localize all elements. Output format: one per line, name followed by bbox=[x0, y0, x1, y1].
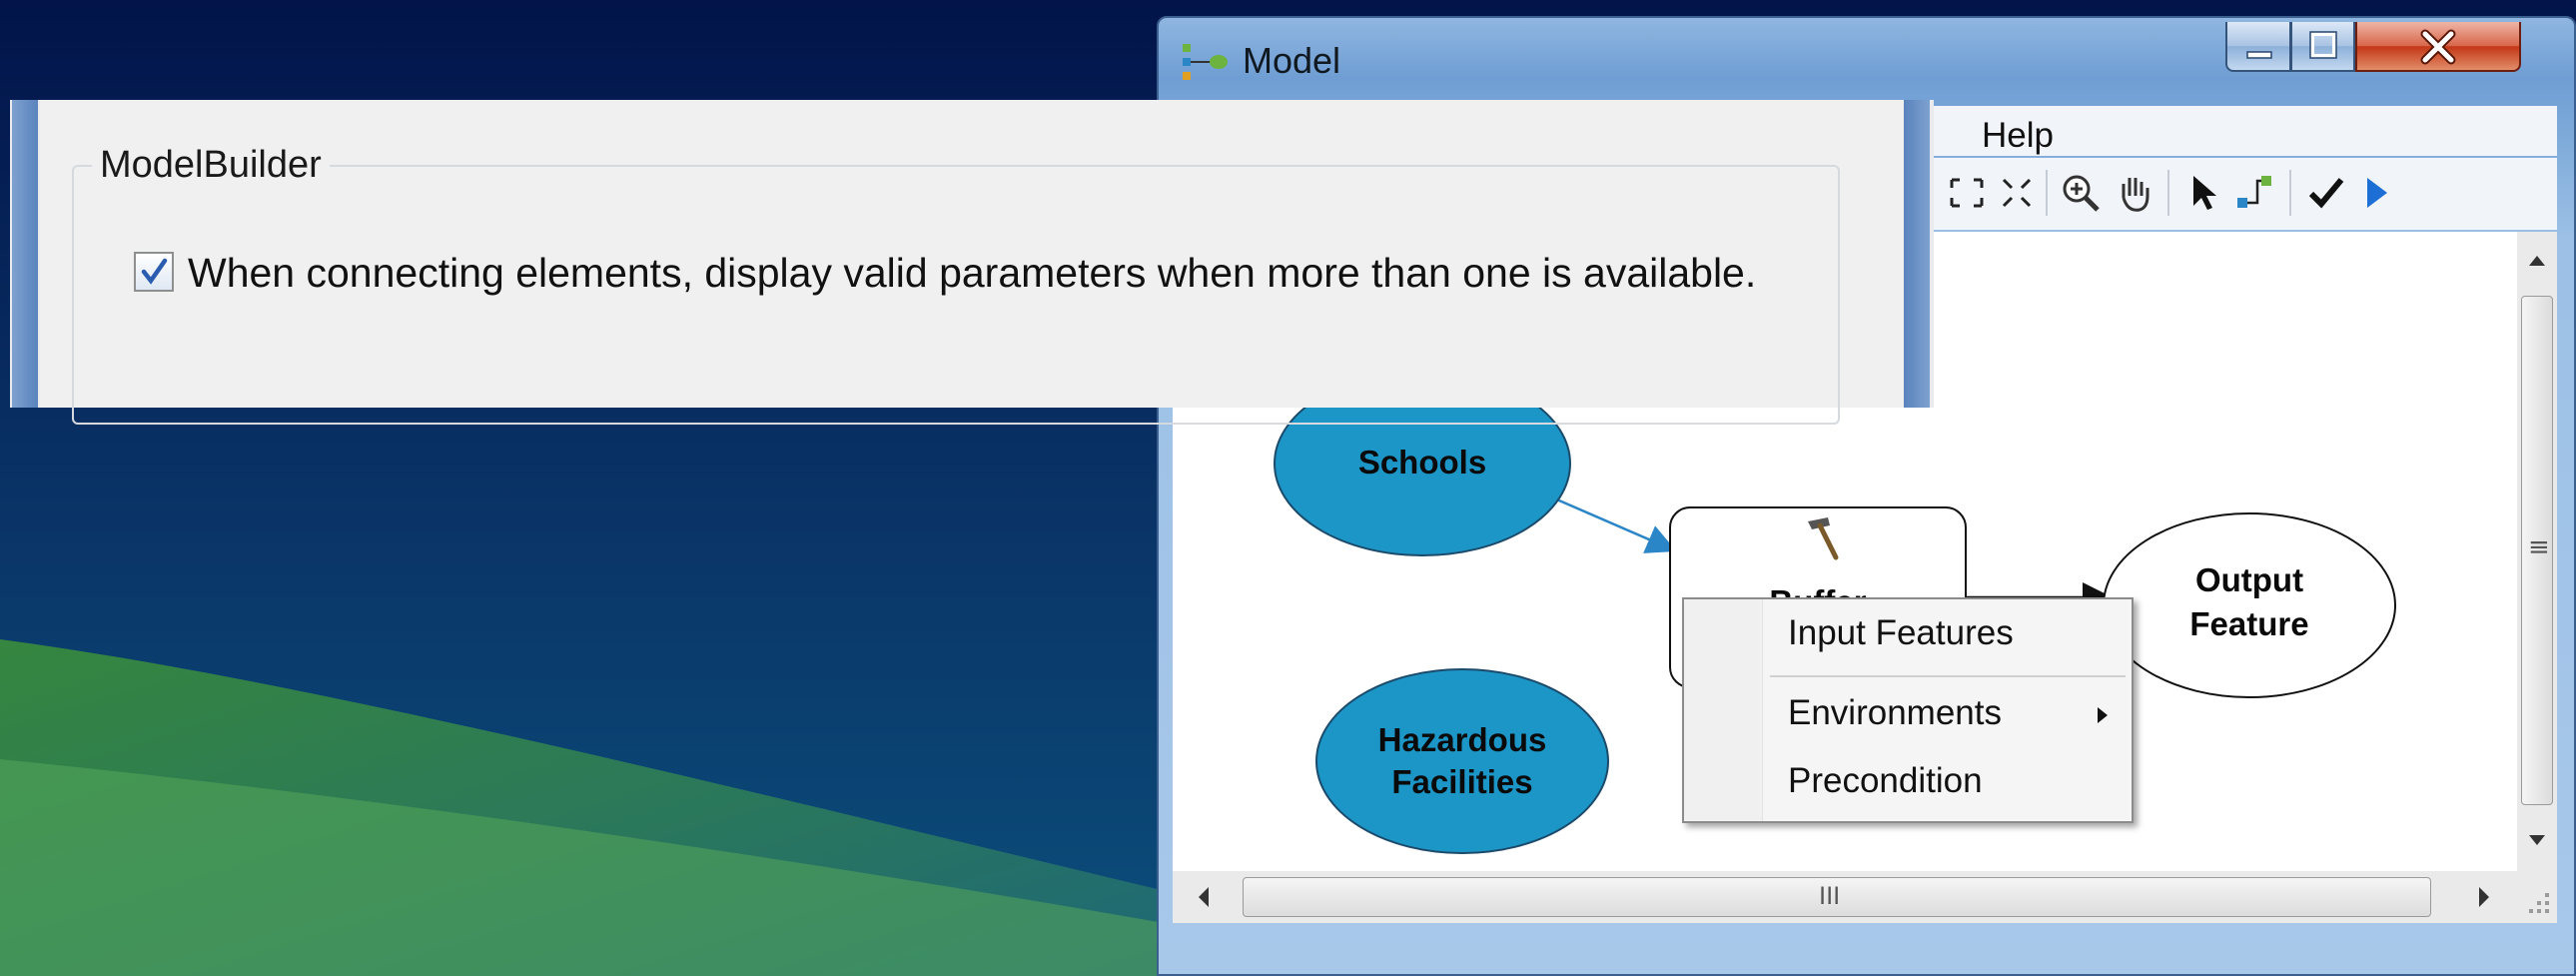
hazardous-facilities-label-line2: Facilities bbox=[1391, 763, 1533, 800]
vertical-grip: ≡ bbox=[2528, 532, 2550, 562]
options-panel: ModelBuilder When connecting elements, d… bbox=[10, 100, 1934, 425]
window-title: Model bbox=[1243, 40, 1341, 81]
maximize-icon bbox=[2309, 31, 2337, 59]
select-icon[interactable] bbox=[2179, 168, 2229, 218]
menu-item-environments[interactable]: Environments bbox=[1788, 693, 2002, 733]
valid-parameters-checkbox[interactable] bbox=[134, 252, 174, 292]
minimize-button[interactable] bbox=[2225, 22, 2291, 72]
scroll-down-icon[interactable] bbox=[2517, 821, 2557, 861]
resize-grip-icon[interactable] bbox=[2517, 871, 2557, 923]
menu-item-input-features[interactable]: Input Features bbox=[1788, 613, 2014, 653]
schools-label: Schools bbox=[1357, 444, 1487, 481]
horizontal-scrollbar[interactable]: III bbox=[1173, 871, 2517, 923]
toolbar-separator bbox=[2046, 170, 2048, 216]
model-icon bbox=[1183, 44, 1228, 80]
run-icon[interactable] bbox=[2351, 168, 2401, 218]
scroll-right-icon[interactable] bbox=[2465, 871, 2505, 923]
connect-icon[interactable] bbox=[2229, 168, 2279, 218]
vertical-scrollbar[interactable]: ≡ bbox=[2517, 232, 2557, 871]
minimize-icon bbox=[2246, 51, 2272, 59]
connector-schools-buffer[interactable] bbox=[1551, 495, 1677, 553]
vertical-scroll-thumb[interactable]: ≡ bbox=[2521, 296, 2553, 805]
validate-icon[interactable] bbox=[2301, 168, 2351, 218]
dialog-frame-left bbox=[12, 100, 38, 408]
context-menu: Input Features Environments Precondition bbox=[1682, 597, 2134, 823]
maximize-button[interactable] bbox=[2291, 22, 2355, 72]
modelbuilder-group-title: ModelBuilder bbox=[92, 144, 330, 187]
zoom-to-fit-icon[interactable] bbox=[1942, 168, 1992, 218]
close-button[interactable] bbox=[2355, 22, 2521, 72]
title-bar[interactable]: Model bbox=[1159, 18, 2574, 106]
horizontal-grip: III bbox=[1819, 882, 1841, 910]
scroll-left-icon[interactable] bbox=[1183, 871, 1223, 923]
full-extent-icon[interactable] bbox=[1992, 168, 2042, 218]
dialog-frame-right bbox=[1904, 100, 1930, 408]
submenu-arrow-icon bbox=[2098, 707, 2108, 723]
context-menu-separator bbox=[1770, 675, 2126, 677]
horizontal-scroll-thumb[interactable]: III bbox=[1243, 877, 2431, 917]
context-menu-gutter bbox=[1684, 599, 1763, 821]
close-icon bbox=[2420, 29, 2456, 65]
pan-icon[interactable] bbox=[2110, 168, 2159, 218]
toolbar-separator bbox=[2289, 170, 2291, 216]
output-feature-label-line1: Output bbox=[2194, 561, 2304, 598]
toolbar-separator bbox=[2167, 170, 2169, 216]
menu-item-precondition[interactable]: Precondition bbox=[1788, 761, 1983, 801]
hazardous-facilities-label-line1: Hazardous bbox=[1377, 721, 1547, 758]
menu-help[interactable]: Help bbox=[1982, 116, 2054, 156]
zoom-in-icon[interactable] bbox=[2056, 168, 2106, 218]
scroll-up-icon[interactable] bbox=[2517, 240, 2557, 280]
output-feature-label-line2: Feature bbox=[2189, 605, 2309, 642]
checkmark-icon bbox=[141, 258, 168, 285]
valid-parameters-checkbox-label[interactable]: When connecting elements, display valid … bbox=[188, 244, 1836, 302]
